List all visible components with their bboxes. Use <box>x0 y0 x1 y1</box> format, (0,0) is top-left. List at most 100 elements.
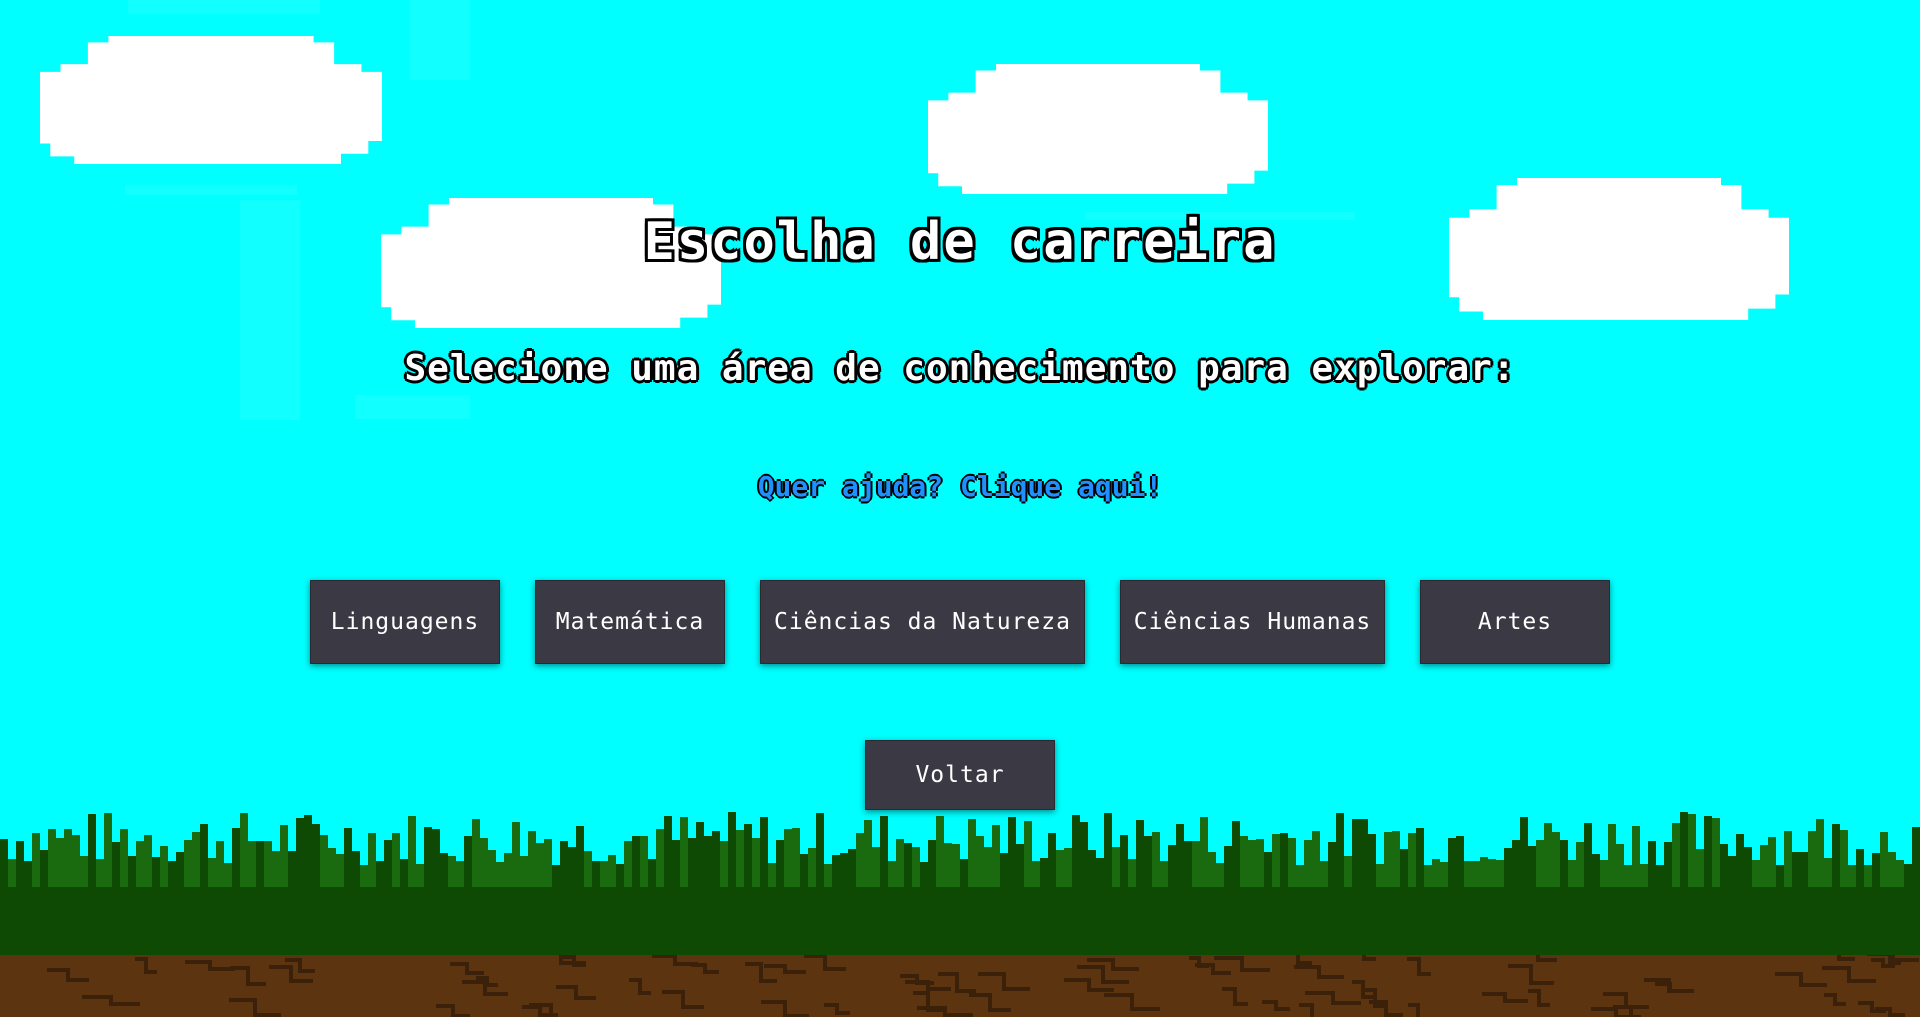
grass-blades <box>0 812 1920 887</box>
area-button-artes[interactable]: Artes <box>1420 580 1610 664</box>
grass-blade <box>152 857 160 887</box>
grass-blade <box>1784 831 1792 887</box>
area-button-ciencias-da-natureza[interactable]: Ciências da Natureza <box>760 580 1085 664</box>
grass-blade <box>40 850 48 887</box>
grass-blade <box>1432 859 1440 887</box>
grass-blade <box>1704 816 1712 887</box>
grass-blade <box>432 829 440 887</box>
grass-blade <box>392 833 400 887</box>
grass-blade <box>1384 832 1392 887</box>
grass-blade <box>456 861 464 887</box>
grass-blade <box>352 851 360 887</box>
grass-blade <box>1008 817 1016 887</box>
grass-blade <box>1096 858 1104 887</box>
grass-blade <box>1440 862 1448 887</box>
area-button-ciencias-humanas[interactable]: Ciências Humanas <box>1120 580 1385 664</box>
grass-blade <box>384 840 392 887</box>
grass-blade <box>1640 864 1648 887</box>
grass-blade <box>704 836 712 887</box>
back-button[interactable]: Voltar <box>865 740 1055 810</box>
grass-blade <box>840 853 848 887</box>
grass-blade <box>1592 854 1600 887</box>
grass-blade <box>160 846 168 887</box>
grass-blade <box>1720 844 1728 887</box>
grass-blade <box>728 812 736 887</box>
grass-blade <box>1240 836 1248 887</box>
grass-blade <box>1320 861 1328 887</box>
grass-blade <box>600 861 608 887</box>
grass-blade <box>328 848 336 887</box>
grass-blade <box>1880 832 1888 887</box>
area-button-linguagens[interactable]: Linguagens <box>310 580 500 664</box>
grass-blade <box>1560 840 1568 887</box>
help-link[interactable]: Quer ajuda? Clique aqui! <box>0 470 1920 503</box>
grass-blade <box>1840 830 1848 887</box>
grass-blade <box>984 847 992 887</box>
grass-blade <box>1112 847 1120 887</box>
grass-blade <box>880 816 888 887</box>
grass-blade <box>616 864 624 887</box>
grass-blade <box>464 836 472 887</box>
grass-blade <box>1416 828 1424 887</box>
grass-blade <box>1024 821 1032 887</box>
grass-blade <box>560 841 568 887</box>
grass-blade <box>1232 821 1240 887</box>
grass-blade <box>1584 823 1592 887</box>
grass-blade <box>1824 858 1832 887</box>
grass-blade <box>400 859 408 887</box>
grass-blade <box>968 819 976 887</box>
grass-blade <box>1304 840 1312 887</box>
game-scene: Escolha de carreira Selecione uma área d… <box>0 0 1920 1017</box>
grass-blade <box>1176 824 1184 887</box>
grass-blade <box>848 849 856 887</box>
grass-blade <box>976 836 984 887</box>
grass-blade <box>888 861 896 887</box>
grass-blade <box>168 861 176 887</box>
grass-blade <box>1456 836 1464 887</box>
page-subtitle: Selecione uma área de conhecimento para … <box>404 348 1516 389</box>
grass-blade <box>128 856 136 887</box>
grass-blade <box>1064 848 1072 887</box>
grass-blade <box>936 816 944 887</box>
grass-blade <box>1696 849 1704 887</box>
grass-blade <box>544 839 552 887</box>
grass-blade <box>864 820 872 887</box>
grass-blade <box>112 842 120 887</box>
grass-blade <box>224 863 232 887</box>
grass-blade <box>1272 834 1280 887</box>
grass-blade <box>760 817 768 887</box>
area-button-matematica[interactable]: Matemática <box>535 580 725 664</box>
grass-blade <box>320 835 328 887</box>
grass-blade <box>536 843 544 887</box>
grass-blade <box>896 839 904 887</box>
grass-blade <box>1016 844 1024 887</box>
grass-blade <box>1872 853 1880 887</box>
grass-blade <box>1136 820 1144 887</box>
grass-blade <box>1624 865 1632 887</box>
grass-blade <box>200 824 208 887</box>
grass-blade <box>1288 838 1296 887</box>
grass-blade <box>440 853 448 887</box>
grass-blade <box>120 829 128 887</box>
grass-blade <box>992 825 1000 887</box>
grass-blade <box>1912 827 1920 887</box>
grass-blade <box>1080 822 1088 887</box>
grass-blade <box>1392 831 1400 887</box>
grass-blade <box>1688 814 1696 887</box>
grass-blade <box>96 859 104 887</box>
grass-blade <box>584 851 592 887</box>
grass-blade <box>912 847 920 887</box>
grass-blade <box>592 861 600 887</box>
grass-blade <box>904 843 912 887</box>
grass-blade <box>176 852 184 887</box>
grass-blade <box>1168 845 1176 887</box>
grass-blade <box>408 816 416 887</box>
grass-blade <box>1360 819 1368 887</box>
grass-blade <box>1400 849 1408 887</box>
grass-blade <box>1184 841 1192 887</box>
grass-blade <box>1904 864 1912 887</box>
grass-blade <box>1264 852 1272 887</box>
grass-blade <box>1480 857 1488 887</box>
grass-blade <box>824 864 832 887</box>
grass-blade <box>648 859 656 887</box>
